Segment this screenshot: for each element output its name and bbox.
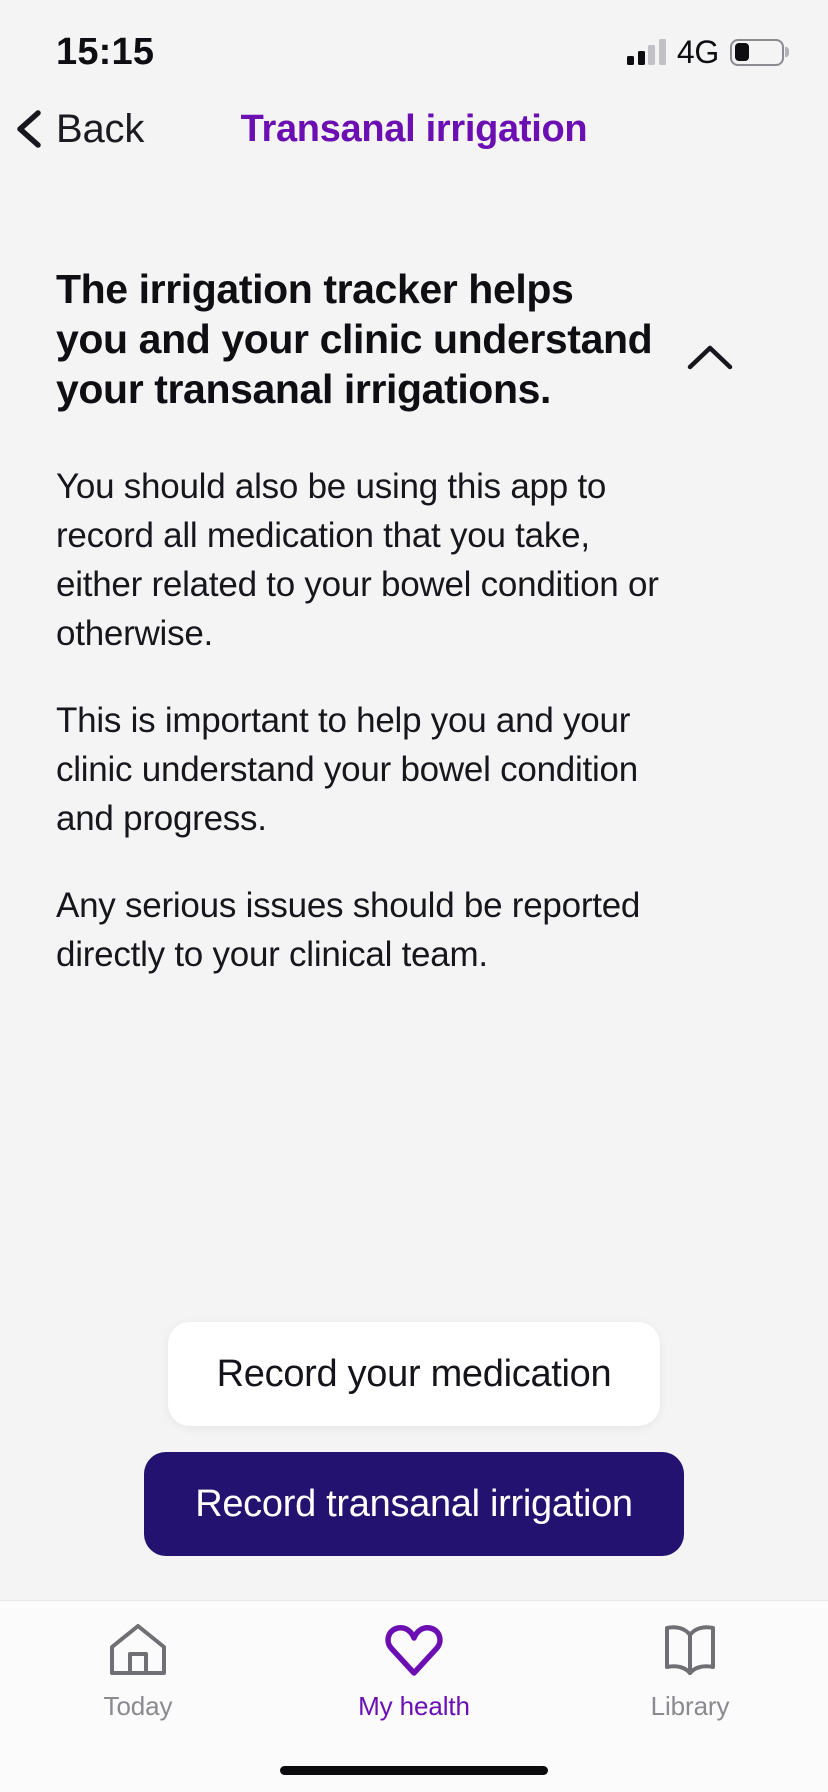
status-indicators: 4G: [627, 34, 784, 71]
navigation-bar: Back Transanal irrigation: [0, 86, 828, 172]
heart-icon: [383, 1619, 445, 1681]
record-medication-button[interactable]: Record your medication: [168, 1322, 660, 1426]
battery-icon: [730, 38, 784, 66]
chevron-up-icon: [687, 343, 733, 374]
accordion-header[interactable]: The irrigation tracker helps you and you…: [56, 264, 772, 414]
status-bar: 15:15 4G: [0, 0, 828, 86]
signal-bars-icon: [627, 39, 666, 65]
accordion-toggle-button[interactable]: [674, 322, 746, 394]
tab-today-label: Today: [103, 1691, 173, 1721]
tab-my-health-label: My health: [358, 1691, 470, 1721]
status-time: 15:15: [56, 30, 155, 73]
record-irrigation-button[interactable]: Record transanal irrigation: [144, 1452, 684, 1556]
tab-library[interactable]: Library: [552, 1619, 828, 1722]
tab-library-label: Library: [650, 1691, 730, 1721]
tab-my-health[interactable]: My health: [276, 1619, 552, 1722]
network-type-label: 4G: [676, 33, 719, 70]
body-paragraph: Any serious issues should be reported di…: [56, 886, 641, 975]
home-indicator-area: [0, 1748, 828, 1792]
action-buttons: Record your medication Record transanal …: [56, 1322, 772, 1600]
book-icon: [659, 1619, 721, 1681]
main-content: The irrigation tracker helps you and you…: [0, 172, 828, 1600]
tab-today[interactable]: Today: [0, 1619, 276, 1722]
app-screen: 15:15 4G Back Transanal irrigation The i…: [0, 0, 828, 1792]
accordion-body: You should also be using this app to rec…: [56, 462, 772, 979]
chevron-left-icon: [14, 110, 42, 148]
back-button[interactable]: Back: [0, 107, 144, 152]
bottom-tab-bar: Today My health Library: [0, 1600, 828, 1748]
home-icon: [107, 1619, 169, 1681]
back-button-label: Back: [56, 106, 145, 151]
home-indicator[interactable]: [280, 1765, 548, 1775]
accordion-title: The irrigation tracker helps you and you…: [56, 266, 653, 413]
body-paragraph: This is important to help you and your c…: [56, 701, 638, 839]
body-paragraph: You should also be using this app to rec…: [56, 467, 659, 654]
